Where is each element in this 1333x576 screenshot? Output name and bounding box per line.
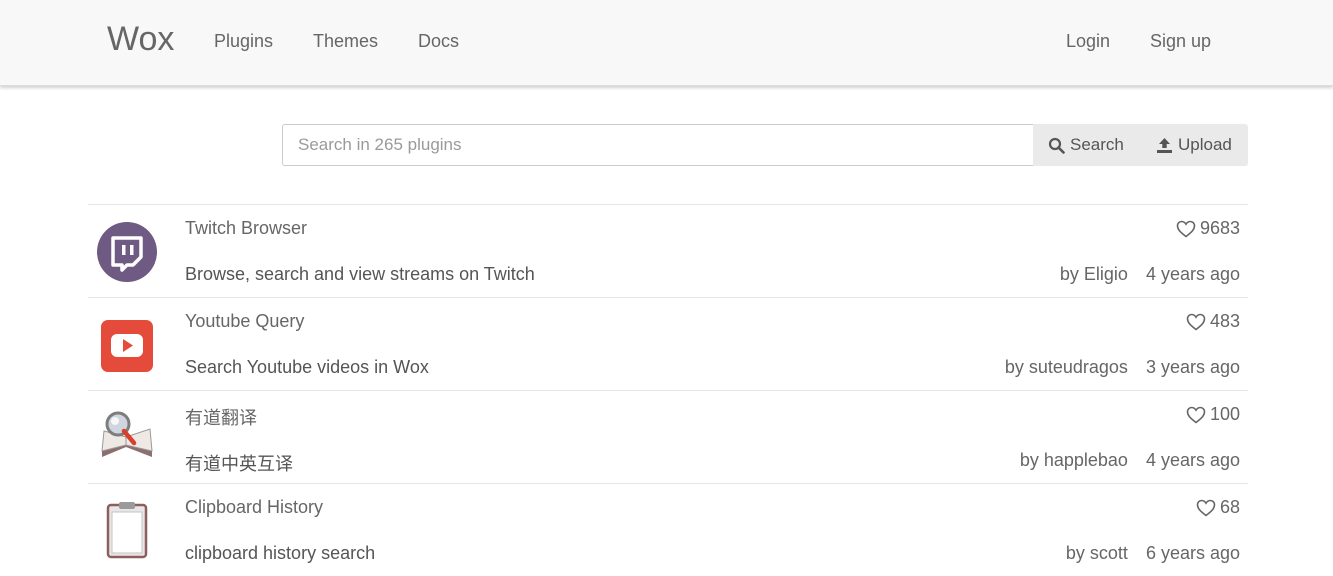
- search-icon: [1048, 137, 1065, 154]
- plugin-meta: by Eligio 4 years ago: [1060, 264, 1240, 285]
- plugin-row[interactable]: 有道翻译 有道中英互译 100 by happlebao 4 years ago: [88, 390, 1248, 483]
- plugin-row[interactable]: Clipboard History clipboard history sear…: [88, 483, 1248, 576]
- like-count-value: 483: [1209, 311, 1240, 331]
- plugin-description: clipboard history search: [185, 543, 376, 563]
- plugin-meta: by suteudragos 3 years ago: [1005, 357, 1240, 378]
- plugin-description: Search Youtube videos in Wox: [185, 357, 429, 377]
- plugin-meta: by happlebao 4 years ago: [1020, 450, 1240, 471]
- plugin-author[interactable]: by scott: [1066, 543, 1128, 563]
- plugin-row[interactable]: Twitch Browser Browse, search and view s…: [88, 204, 1248, 297]
- plugin-author[interactable]: by suteudragos: [1005, 357, 1128, 377]
- upload-button[interactable]: Upload: [1156, 124, 1232, 166]
- plugin-list: Twitch Browser Browse, search and view s…: [88, 204, 1248, 576]
- plugin-time: 4 years ago: [1145, 450, 1240, 470]
- like-count-value: 68: [1219, 497, 1240, 517]
- dictionary-magnifier-icon: [96, 407, 158, 469]
- plugin-author[interactable]: by Eligio: [1060, 264, 1128, 284]
- plugin-time: 4 years ago: [1145, 264, 1240, 284]
- heart-icon: [1186, 406, 1206, 424]
- youtube-icon: [96, 314, 158, 376]
- heart-icon: [1196, 499, 1216, 517]
- search-button-group: Search Upload: [1033, 124, 1248, 166]
- upload-button-label: Upload: [1178, 135, 1232, 154]
- like-count[interactable]: 68: [1196, 497, 1240, 518]
- plugin-time: 6 years ago: [1145, 543, 1240, 563]
- plugin-meta: by scott 6 years ago: [1066, 543, 1240, 564]
- like-count-value: 100: [1209, 404, 1240, 424]
- heart-icon: [1176, 220, 1196, 238]
- search-bar: Search Upload: [282, 124, 1248, 166]
- plugin-author[interactable]: by happlebao: [1020, 450, 1128, 470]
- like-count[interactable]: 9683: [1176, 218, 1240, 239]
- like-count[interactable]: 483: [1186, 311, 1240, 332]
- plugin-title[interactable]: Youtube Query: [185, 311, 304, 332]
- search-button[interactable]: Search: [1048, 124, 1124, 166]
- plugin-time: 3 years ago: [1145, 357, 1240, 377]
- clipboard-icon: [96, 500, 158, 562]
- plugin-description: 有道中英互译: [185, 454, 293, 474]
- login-link[interactable]: Login: [1066, 31, 1110, 52]
- plugin-row[interactable]: Youtube Query Search Youtube videos in W…: [88, 297, 1248, 390]
- heart-icon: [1186, 313, 1206, 331]
- search-input[interactable]: [282, 124, 1048, 166]
- signup-link[interactable]: Sign up: [1150, 31, 1211, 52]
- search-button-label: Search: [1070, 135, 1124, 154]
- nav-link-themes[interactable]: Themes: [313, 31, 378, 52]
- brand-logo[interactable]: Wox: [107, 20, 174, 59]
- plugin-title[interactable]: 有道翻译: [185, 404, 257, 430]
- plugin-title[interactable]: Twitch Browser: [185, 218, 307, 239]
- upload-icon: [1157, 137, 1172, 153]
- like-count[interactable]: 100: [1186, 404, 1240, 425]
- like-count-value: 9683: [1199, 218, 1240, 238]
- plugin-description: Browse, search and view streams on Twitc…: [185, 264, 535, 284]
- twitch-icon: [96, 221, 158, 283]
- nav-link-docs[interactable]: Docs: [418, 31, 459, 52]
- navbar: Wox Plugins Themes Docs Login Sign up: [0, 0, 1333, 86]
- nav-link-plugins[interactable]: Plugins: [214, 31, 273, 52]
- plugin-title[interactable]: Clipboard History: [185, 497, 323, 518]
